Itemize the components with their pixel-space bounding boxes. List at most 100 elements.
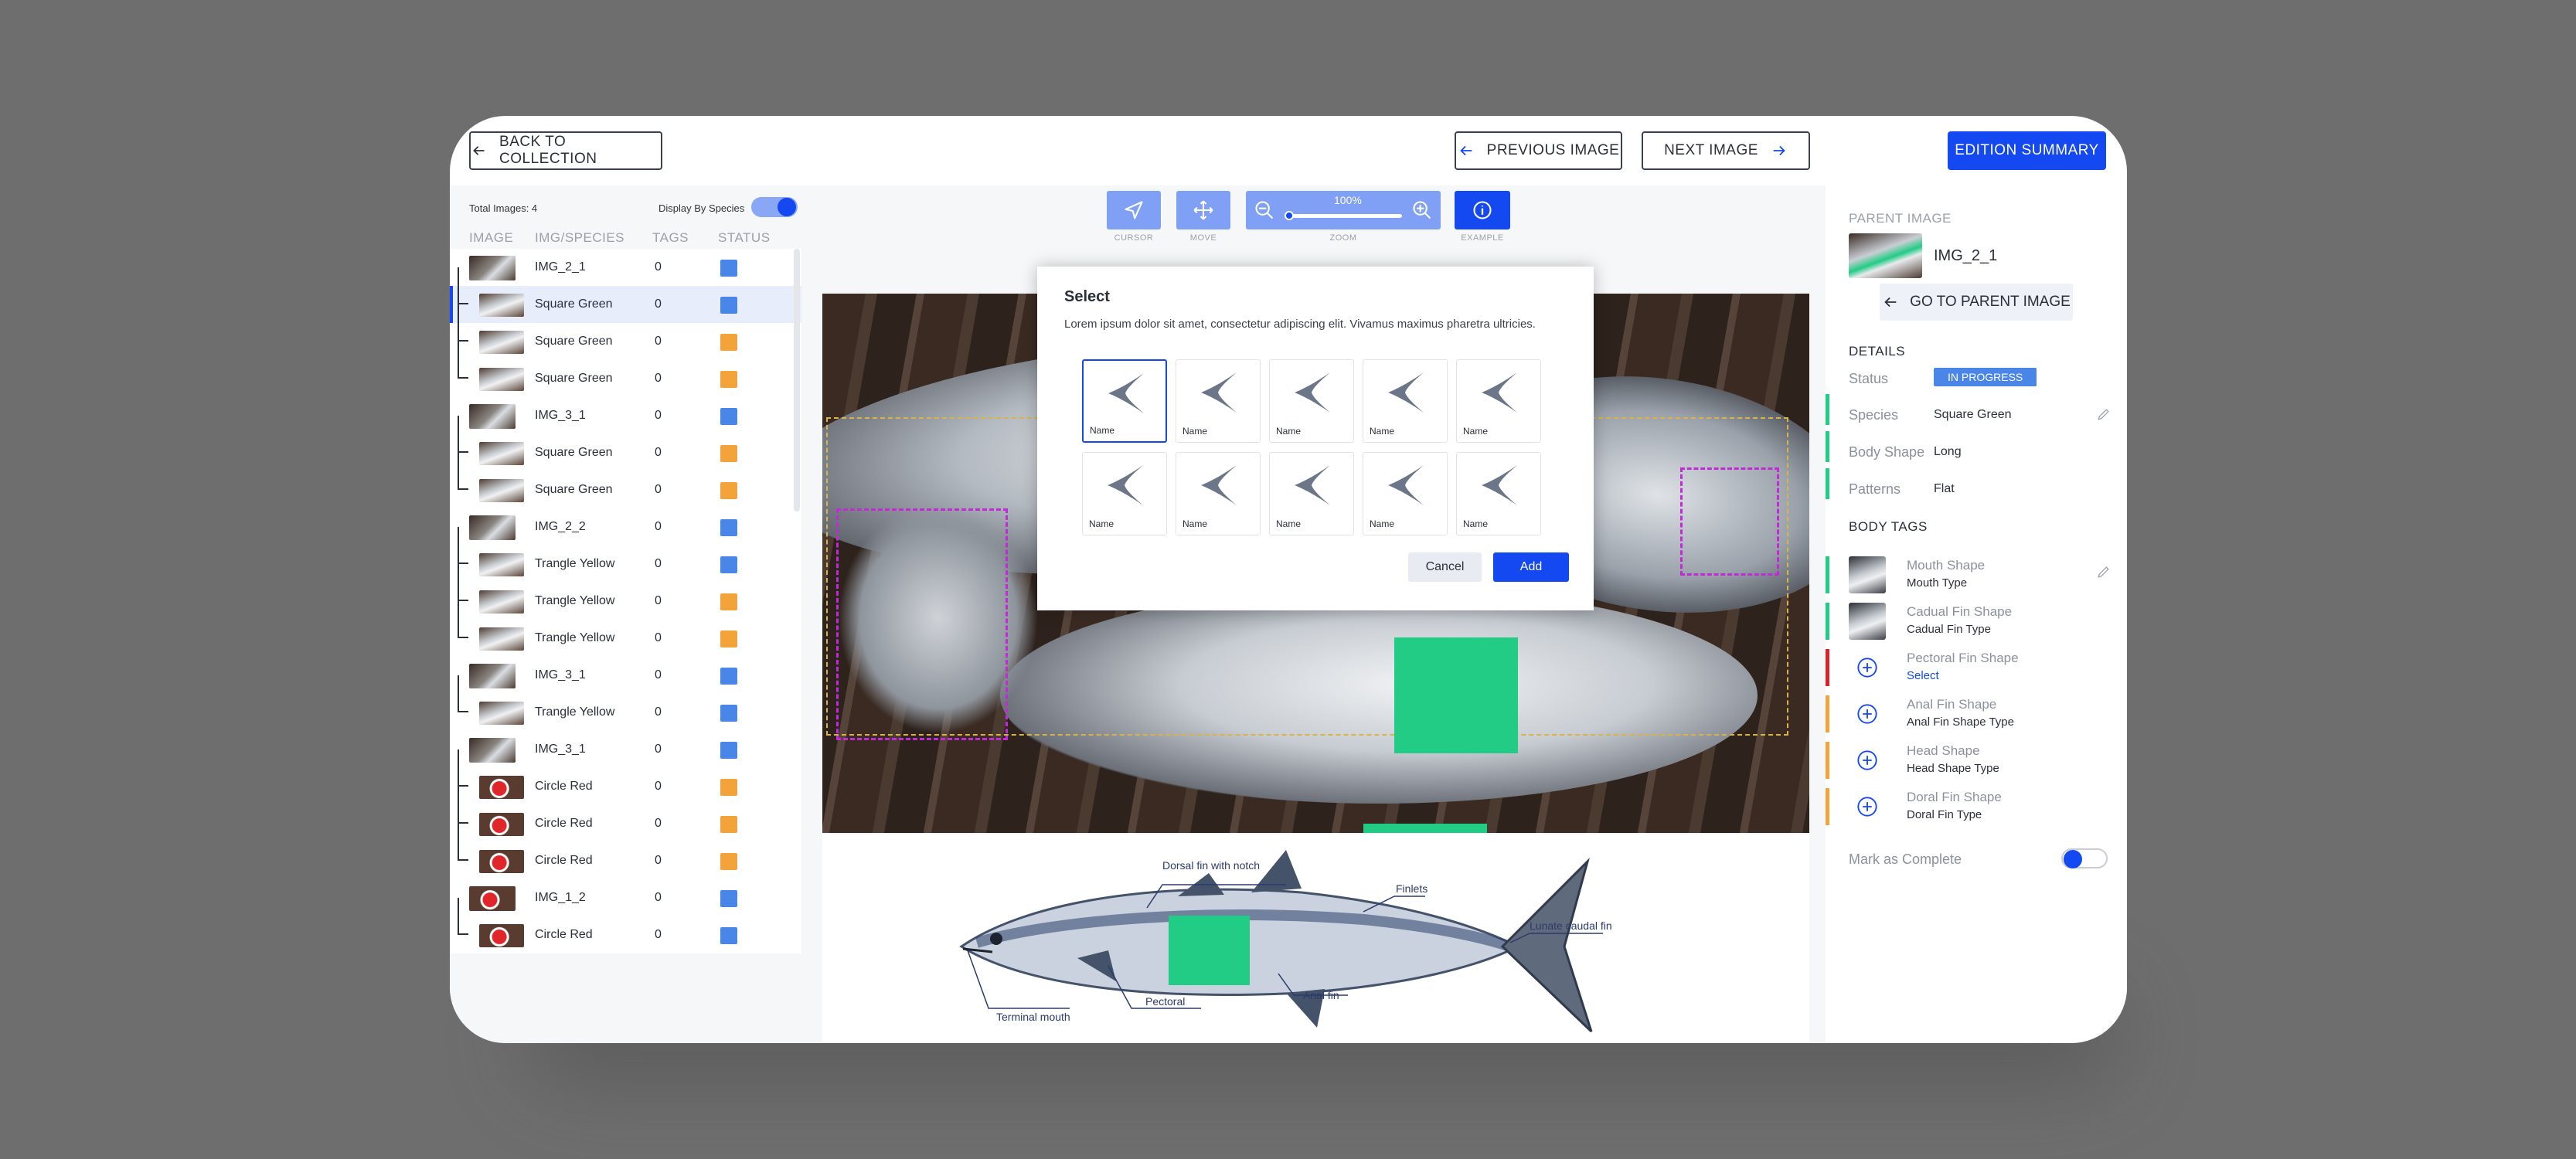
display-by-species-toggle[interactable] xyxy=(751,197,798,217)
tag-state-indicator xyxy=(1826,603,1829,640)
shape-option[interactable]: Name xyxy=(1363,452,1448,535)
list-item[interactable]: Square Green 0 xyxy=(450,342,801,397)
tree-connector xyxy=(458,416,468,453)
fin-shape-icon xyxy=(1295,465,1330,505)
zoom-in-icon[interactable] xyxy=(1411,199,1433,221)
image-thumbnail xyxy=(479,850,524,873)
fin-shape-icon xyxy=(1201,372,1237,413)
fin-shape-icon xyxy=(1482,372,1517,413)
list-item[interactable]: Trangle Yellow 0 xyxy=(450,527,801,583)
list-item[interactable]: IMG_3_1 0 xyxy=(450,397,801,434)
mark-complete-label: Mark as Complete xyxy=(1849,851,1962,867)
list-item[interactable]: Square Green 0 xyxy=(450,267,801,323)
shape-option[interactable]: Name xyxy=(1176,359,1261,443)
info-icon xyxy=(1473,201,1492,219)
item-name: Trangle Yellow xyxy=(535,557,615,570)
list-item[interactable]: Circle Red 0 xyxy=(450,749,801,805)
cursor-tool-caption: CURSOR xyxy=(1114,233,1154,243)
list-item[interactable]: IMG_2_1 0 xyxy=(450,249,801,286)
tag-bounding-box[interactable] xyxy=(836,508,1008,740)
tag-bounding-box[interactable] xyxy=(1680,467,1779,576)
edit-tag-icon[interactable] xyxy=(2096,564,2112,580)
list-item[interactable]: Square Green 0 xyxy=(450,453,801,508)
shape-option[interactable]: Name xyxy=(1082,452,1167,535)
parent-image-header: PARENT IMAGE xyxy=(1849,211,1952,226)
shape-option[interactable]: Name xyxy=(1456,359,1541,443)
item-name: Circle Red xyxy=(535,780,593,793)
list-item[interactable]: Trangle Yellow 0 xyxy=(450,675,801,731)
parent-image-thumbnail[interactable] xyxy=(1849,233,1922,278)
list-item[interactable]: IMG_3_1 0 xyxy=(450,731,801,768)
add-button[interactable]: Add xyxy=(1493,552,1569,582)
arrow-left-icon xyxy=(1884,297,1897,308)
add-tag-button[interactable] xyxy=(1849,788,1886,825)
display-by-species-label: Display By Species xyxy=(658,202,745,214)
add-tag-button[interactable] xyxy=(1849,649,1886,686)
move-tool-button[interactable] xyxy=(1176,191,1230,229)
go-to-parent-image-button[interactable]: GO TO PARENT IMAGE xyxy=(1880,284,2073,321)
tag-thumbnail[interactable] xyxy=(1849,556,1886,593)
cancel-button[interactable]: Cancel xyxy=(1408,552,1482,582)
header-tags: TAGS xyxy=(652,230,689,245)
image-thumbnail xyxy=(479,294,524,317)
list-item[interactable]: Square Green 0 xyxy=(450,416,801,471)
fin-shape-icon xyxy=(1108,465,1143,505)
details-panel: PARENT IMAGE IMG_2_1 GO TO PARENT IMAGE … xyxy=(1826,185,2127,1043)
body-tags-header: BODY TAGS xyxy=(1849,519,1928,534)
fin-shape-icon xyxy=(1482,465,1517,505)
item-name: IMG_2_1 xyxy=(535,260,586,274)
zoom-out-icon[interactable] xyxy=(1254,199,1275,221)
list-item[interactable]: Trangle Yellow 0 xyxy=(450,564,801,620)
pectoral-fin-label: Pectoral xyxy=(1145,995,1186,1008)
back-to-collection-button[interactable]: BACK TO COLLECTION xyxy=(469,131,662,170)
shape-option[interactable]: Name xyxy=(1456,452,1541,535)
tree-connector xyxy=(458,453,468,490)
item-name: IMG_3_1 xyxy=(535,409,586,422)
item-name: IMG_1_2 xyxy=(535,891,586,904)
example-button[interactable] xyxy=(1455,191,1510,229)
add-tag-button[interactable] xyxy=(1849,695,1886,732)
status-indicator xyxy=(720,630,737,647)
app-window: BACK TO COLLECTION PREVIOUS IMAGE NEXT I… xyxy=(450,116,2127,1043)
previous-image-button[interactable]: PREVIOUS IMAGE xyxy=(1455,131,1622,170)
tag-state-indicator xyxy=(1826,788,1829,825)
shape-option[interactable]: Name xyxy=(1363,359,1448,443)
list-item[interactable]: Circle Red 0 xyxy=(450,787,801,842)
shape-option[interactable]: Name xyxy=(1269,452,1354,535)
mark-complete-toggle[interactable] xyxy=(2061,848,2108,868)
edition-summary-button[interactable]: EDITION SUMMARY xyxy=(1948,131,2106,170)
zoom-slider-knob[interactable] xyxy=(1285,211,1294,220)
shape-option[interactable]: Name xyxy=(1176,452,1261,535)
tag-thumbnail[interactable] xyxy=(1849,603,1886,640)
add-tag-button[interactable] xyxy=(1849,742,1886,779)
tag-title: Mouth Shape xyxy=(1907,558,1986,573)
item-name: IMG_3_1 xyxy=(535,668,586,681)
shape-option-name: Name xyxy=(1183,518,1208,529)
list-item[interactable]: IMG_1_2 0 xyxy=(450,879,801,916)
shape-option[interactable]: Name xyxy=(1082,359,1167,443)
shape-option-name: Name xyxy=(1276,426,1302,437)
list-item[interactable]: Circle Red 0 xyxy=(450,898,801,953)
tag-marker[interactable] xyxy=(1363,824,1487,833)
zoom-slider-track[interactable] xyxy=(1286,214,1402,218)
zoom-control[interactable]: 100% xyxy=(1246,191,1441,229)
list-item[interactable]: Square Green 0 xyxy=(450,304,801,360)
cursor-tool-button[interactable] xyxy=(1107,191,1161,229)
list-item[interactable]: IMG_2_2 0 xyxy=(450,508,801,546)
list-item[interactable]: Circle Red 0 xyxy=(450,824,801,879)
tree-connector xyxy=(458,564,468,601)
edit-species-icon[interactable] xyxy=(2096,406,2112,422)
status-indicator xyxy=(720,853,737,870)
item-name: Trangle Yellow xyxy=(535,705,615,719)
shape-option[interactable]: Name xyxy=(1269,359,1354,443)
list-item[interactable]: Trangle Yellow 0 xyxy=(450,601,801,657)
image-thumbnail xyxy=(479,590,524,613)
tag-value[interactable]: Select xyxy=(1907,669,1939,682)
list-item[interactable]: IMG_3_1 0 xyxy=(450,657,801,694)
next-image-button[interactable]: NEXT IMAGE xyxy=(1642,131,1810,170)
list-scrollbar[interactable] xyxy=(794,249,800,512)
tag-marker[interactable] xyxy=(1394,637,1518,753)
item-name: Square Green xyxy=(535,297,613,311)
fin-shape-icon xyxy=(1388,372,1424,413)
image-thumbnail xyxy=(479,331,524,354)
